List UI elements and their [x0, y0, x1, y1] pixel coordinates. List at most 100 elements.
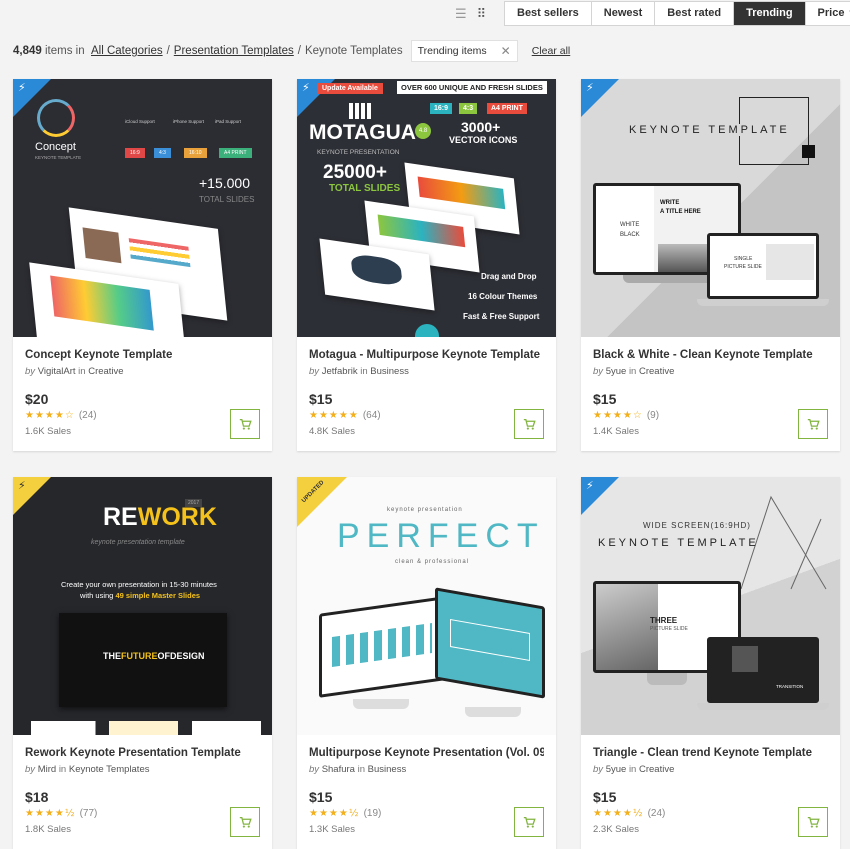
thumb-version-badge: 4.8: [415, 123, 431, 139]
product-thumbnail[interactable]: ⚡ REWORK 2017 keynote presentation templ…: [13, 477, 272, 735]
in-label: in: [78, 366, 86, 377]
by-label: by: [25, 764, 36, 775]
product-author: by Shafura in Business: [309, 764, 544, 775]
screen-black-panel: [596, 186, 654, 272]
product-title[interactable]: Triangle - Clean trend Keynote Template: [593, 747, 828, 759]
author-link[interactable]: Shafura: [322, 764, 355, 775]
screen-single: SINGLE: [734, 256, 753, 262]
brand-re: RE: [103, 503, 138, 531]
screen-photo: [766, 244, 814, 280]
by-label: by: [593, 366, 604, 377]
product-sales: 4.8K Sales: [309, 426, 355, 437]
rating-stars-icon: ★★★★★: [309, 410, 359, 421]
thumb-script: keynote presentation template: [91, 539, 185, 546]
remove-filter-icon[interactable]: ✕: [501, 44, 511, 58]
in-label: in: [357, 764, 366, 775]
grid-view-icon[interactable]: ⠿: [477, 8, 487, 22]
product-title[interactable]: Rework Keynote Presentation Template: [25, 747, 260, 759]
add-to-cart-button[interactable]: [798, 807, 828, 837]
category-link[interactable]: Business: [368, 764, 407, 775]
add-to-cart-button[interactable]: [514, 807, 544, 837]
category-link[interactable]: Keynote Templates: [69, 764, 150, 775]
product-info: Black & White - Clean Keynote Template b…: [581, 337, 840, 451]
bolt-icon: ⚡: [18, 479, 26, 492]
clear-all-link[interactable]: Clear all: [532, 45, 571, 57]
add-to-cart-button[interactable]: [798, 409, 828, 439]
product-info: Triangle - Clean trend Keynote Template …: [581, 735, 840, 849]
product-rating: ★★★★☆ (24): [25, 410, 260, 421]
by-label: by: [309, 764, 320, 775]
product-title[interactable]: Concept Keynote Template: [25, 349, 260, 361]
in-label: in: [628, 366, 637, 377]
review-count: (24): [78, 410, 97, 421]
product-card: ⚡ REWORK 2017 keynote presentation templ…: [13, 477, 272, 849]
product-thumbnail[interactable]: ⚡ WIDE SCREEN(16:9HD) KEYNOTE TEMPLATE T…: [581, 477, 840, 735]
slide-photo: [82, 227, 122, 264]
screen-three: THREE: [650, 616, 678, 625]
brand-work: WORK: [137, 503, 217, 531]
product-title[interactable]: Black & White - Clean Keynote Template: [593, 349, 828, 361]
thumb-brand: Concept: [35, 141, 76, 153]
author-link[interactable]: Mird: [38, 764, 56, 775]
laptop-base: [697, 299, 829, 306]
cart-icon: [807, 418, 820, 430]
thumb-icons-count: 3000+: [461, 119, 501, 135]
list-view-icon[interactable]: ☰: [455, 8, 467, 22]
category-link[interactable]: Creative: [639, 366, 674, 377]
product-sales: 1.6K Sales: [25, 426, 71, 437]
laptop-base: [623, 275, 713, 283]
filter-chip-label: Trending items: [417, 45, 487, 57]
bolt-icon: ⚡: [586, 81, 594, 94]
product-thumbnail[interactable]: ⚡ KEYNOTE TEMPLATE WHITE BLACK WRITE A T…: [581, 79, 840, 337]
author-link[interactable]: Jetfabrik: [322, 366, 358, 377]
product-thumbnail[interactable]: ⚡ Concept KEYNOTE TEMPLATE iCloud Suppor…: [13, 79, 272, 337]
product-price: $15: [309, 789, 333, 805]
screen-photo: [732, 646, 758, 672]
breadcrumb-keynote-templates: Keynote Templates: [304, 45, 403, 57]
thumb-ratio-tag: 4:3: [154, 148, 171, 158]
author-link[interactable]: 5yue: [606, 366, 627, 377]
thumb-year: 2017: [185, 499, 203, 507]
sort-price[interactable]: Price⇅: [806, 2, 850, 25]
screen-picture: PICTURE SLIDE: [650, 626, 688, 632]
thumb-ratio-tag: 16:10: [184, 148, 207, 158]
add-to-cart-button[interactable]: [514, 409, 544, 439]
author-link[interactable]: VigitalArt: [38, 366, 76, 377]
product-sales: 1.8K Sales: [25, 824, 71, 835]
thumb-headline: KEYNOTE TEMPLATE: [627, 124, 792, 136]
cart-icon: [807, 816, 820, 828]
category-link[interactable]: Creative: [88, 366, 123, 377]
thumb-banner: OVER 600 UNIQUE AND FRESH SLIDES: [397, 81, 547, 94]
sort-trending[interactable]: Trending: [734, 2, 806, 25]
slide-map: [350, 253, 403, 287]
category-link[interactable]: Creative: [639, 764, 674, 775]
future-design: DESIGN: [170, 651, 205, 661]
breadcrumb-all-categories[interactable]: All Categories: [91, 45, 163, 57]
thumb-feature: Fast & Free Support: [463, 312, 540, 321]
thumb-future: THEFUTUREOFDESIGN: [103, 651, 205, 661]
product-info: Motagua - Multipurpose Keynote Template …: [297, 337, 556, 451]
product-card: ⚡ Concept KEYNOTE TEMPLATE iCloud Suppor…: [13, 79, 272, 451]
thumb-slides-sub: TOTAL SLIDES: [329, 183, 401, 194]
product-thumbnail[interactable]: ⚡ Update Available OVER 600 UNIQUE AND F…: [297, 79, 556, 337]
sort-newest[interactable]: Newest: [592, 2, 656, 25]
product-title[interactable]: Motagua - Multipurpose Keynote Template: [309, 349, 544, 361]
filter-chip-trending: Trending items ✕: [410, 40, 518, 62]
product-title[interactable]: Multipurpose Keynote Presentation (Vol. …: [309, 747, 544, 759]
breadcrumb-presentation-templates[interactable]: Presentation Templates: [174, 45, 294, 57]
cart-icon: [239, 816, 252, 828]
filter-bar: 4,849 items in All Categories / Presentat…: [13, 40, 570, 62]
sort-best-rated[interactable]: Best rated: [655, 2, 735, 25]
thumb-big-sub: TOTAL SLIDES: [199, 195, 255, 204]
product-thumbnail[interactable]: UPDATED keynote presentation PERFECT cle…: [297, 477, 556, 735]
thumb-big-number: +15.000: [199, 175, 250, 191]
author-link[interactable]: 5yue: [606, 764, 627, 775]
category-link[interactable]: Business: [370, 366, 409, 377]
sort-best-sellers[interactable]: Best sellers: [505, 2, 592, 25]
add-to-cart-button[interactable]: [230, 409, 260, 439]
thumb-ratio-tag: 16:9: [125, 148, 145, 158]
bolt-icon: ⚡: [18, 81, 26, 94]
add-to-cart-button[interactable]: [230, 807, 260, 837]
thumb-device-iphone: iPhone Support: [173, 119, 205, 124]
breadcrumb-separator: /: [166, 45, 170, 57]
